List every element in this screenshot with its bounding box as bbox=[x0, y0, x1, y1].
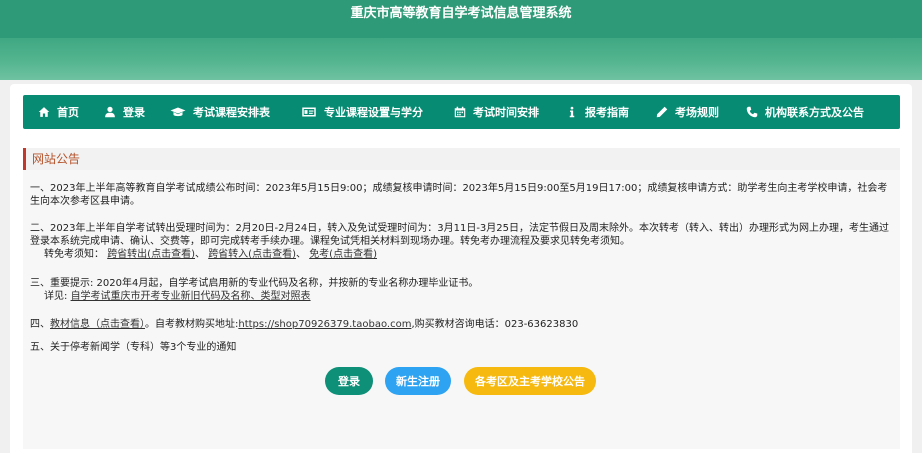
nav-item-label: 报考指南 bbox=[585, 106, 629, 119]
main-nav: 首页 登录 考试课程安排表 专业课程设置与学分 考试时间安排 报考指南 考场规则… bbox=[23, 95, 900, 129]
nav-item-guide[interactable]: 报考指南 bbox=[565, 95, 629, 129]
notice-item-3: 三、重要提示: 2020年4月起，自学考试启用新的专业代码及名称，并按新的专业名… bbox=[30, 277, 896, 303]
textbook-info-link[interactable]: 教材信息（点击查看） bbox=[50, 319, 145, 330]
transfer-notice-prefix: 转免考须知： bbox=[44, 249, 104, 260]
page-title: 重庆市高等教育自学考试信息管理系统 bbox=[350, 6, 572, 21]
nav-item-exam-schedule[interactable]: 考试课程安排表 bbox=[169, 95, 270, 129]
register-button[interactable]: 新生注册 bbox=[385, 367, 451, 395]
separator: 、 bbox=[296, 249, 306, 260]
detail-prefix: 详见: bbox=[44, 291, 68, 302]
announcement-button[interactable]: 各考区及主考学校公告 bbox=[464, 367, 596, 395]
notice-item-4: 四、教材信息（点击查看）。自考教材购买地址:https://shop709263… bbox=[30, 318, 896, 331]
phone-icon bbox=[745, 105, 759, 119]
info-icon bbox=[565, 105, 579, 119]
nav-item-login[interactable]: 登录 bbox=[103, 95, 145, 129]
nav-item-label: 考试时间安排 bbox=[473, 106, 539, 119]
user-icon bbox=[103, 105, 117, 119]
nav-item-contacts[interactable]: 机构联系方式及公告 bbox=[745, 95, 864, 129]
nav-item-label: 考试课程安排表 bbox=[193, 106, 270, 119]
notice-item-4-mid: 。自考教材购买地址: bbox=[145, 319, 239, 330]
nav-item-home[interactable]: 首页 bbox=[37, 95, 79, 129]
notice-title: 网站公告 bbox=[23, 148, 900, 170]
action-buttons: 登录 新生注册 各考区及主考学校公告 bbox=[23, 367, 900, 397]
calendar-icon bbox=[453, 105, 467, 119]
textbook-shop-link[interactable]: https://shop70926379.taobao.com bbox=[238, 319, 411, 330]
id-card-icon bbox=[300, 105, 318, 119]
nav-item-exam-rules[interactable]: 考场规则 bbox=[655, 95, 719, 129]
notice-item-5[interactable]: 五、关于停考新闻学（专科）等3个专业的通知 bbox=[30, 341, 896, 354]
notice-item-2-text: 二、2023年上半年自学考试转出受理时间为：2月20日-2月24日，转入及免试受… bbox=[30, 223, 890, 247]
nav-item-major-courses[interactable]: 专业课程设置与学分 bbox=[300, 95, 423, 129]
notice-item-3-text: 三、重要提示: 2020年4月起，自学考试启用新的专业代码及名称，并按新的专业名… bbox=[30, 278, 479, 289]
exemption-link[interactable]: 免考(点击查看) bbox=[309, 249, 377, 260]
graduation-cap-icon bbox=[169, 105, 187, 119]
site-notice: 网站公告 一、2023年上半年高等教育自学考试成绩公布时间：2023年5月15日… bbox=[23, 148, 900, 449]
notice-item-1: 一、2023年上半年高等教育自学考试成绩公布时间：2023年5月15日9:00；… bbox=[30, 183, 888, 207]
home-icon bbox=[37, 105, 51, 119]
login-button[interactable]: 登录 bbox=[325, 367, 373, 395]
nav-item-label: 首页 bbox=[57, 106, 79, 119]
nav-item-label: 机构联系方式及公告 bbox=[765, 106, 864, 119]
nav-item-label: 专业课程设置与学分 bbox=[324, 106, 423, 119]
transfer-out-link[interactable]: 跨省转出(点击查看) bbox=[107, 249, 195, 260]
notice-item-2-links: 转免考须知： 跨省转出(点击查看)、 跨省转入(点击查看)、 免考(点击查看) bbox=[30, 248, 896, 261]
main-container: 首页 登录 考试课程安排表 专业课程设置与学分 考试时间安排 报考指南 考场规则… bbox=[10, 84, 912, 453]
major-code-table-link[interactable]: 自学考试重庆市开考专业新旧代码及名称、类型对照表 bbox=[71, 291, 311, 302]
pencil-icon bbox=[655, 105, 669, 119]
separator: 、 bbox=[195, 249, 205, 260]
notice-item-4-prefix: 四、 bbox=[30, 319, 50, 330]
transfer-in-link[interactable]: 跨省转入(点击查看) bbox=[208, 249, 296, 260]
notice-item-4-suffix: ,购买教材咨询电话：023-63623830 bbox=[411, 319, 579, 330]
nav-item-exam-time[interactable]: 考试时间安排 bbox=[453, 95, 539, 129]
notice-item-2: 二、2023年上半年自学考试转出受理时间为：2月20日-2月24日，转入及免试受… bbox=[30, 222, 896, 261]
nav-item-label: 考场规则 bbox=[675, 106, 719, 119]
nav-item-label: 登录 bbox=[123, 106, 145, 119]
notice-item-3-detail: 详见: 自学考试重庆市开考专业新旧代码及名称、类型对照表 bbox=[30, 290, 896, 303]
